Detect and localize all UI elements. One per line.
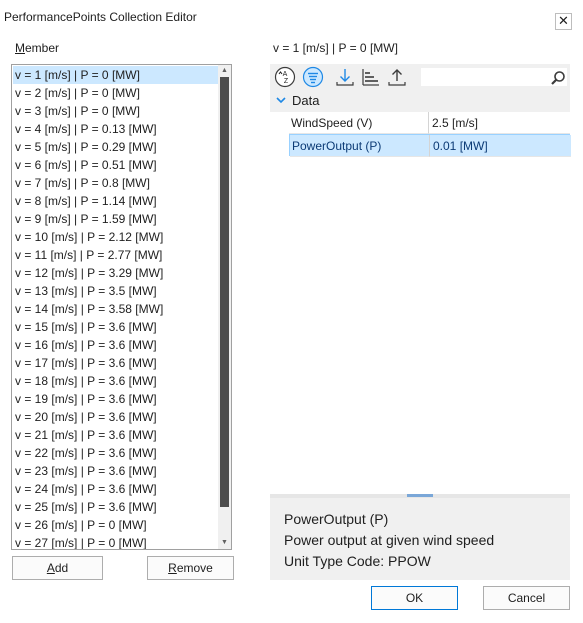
sort-alphabetical-icon[interactable]: A Z [274,66,296,88]
property-value[interactable]: 0.01 [MW] [430,135,571,157]
category-data[interactable]: Data [270,90,570,112]
property-name: PowerOutput (P) [290,135,430,157]
property-grid: Data WindSpeed (V) 2.5 [m/s] PowerOutput… [270,90,571,494]
splitter-grip[interactable] [407,494,433,497]
members-listbox[interactable]: v = 1 [m/s] | P = 0 [MW] v = 2 [m/s] | P … [11,64,232,550]
add-button[interactable]: Add [12,556,103,580]
list-item[interactable]: v = 12 [m/s] | P = 3.29 [MW] [13,264,218,282]
list-item[interactable]: v = 20 [m/s] | P = 3.6 [MW] [13,408,218,426]
list-item[interactable]: v = 7 [m/s] | P = 0.8 [MW] [13,174,218,192]
property-name: WindSpeed (V) [289,112,429,134]
list-item[interactable]: v = 18 [m/s] | P = 3.6 [MW] [13,372,218,390]
search-icon[interactable] [550,70,566,86]
categorized-icon[interactable] [302,66,324,88]
scroll-up-icon[interactable]: ▲ [218,65,231,77]
svg-text:A: A [283,71,288,78]
download-icon[interactable] [334,66,356,88]
list-item[interactable]: v = 3 [m/s] | P = 0 [MW] [13,102,218,120]
category-label: Data [292,93,320,108]
property-toolbar: A Z [270,64,570,90]
cancel-button[interactable]: Cancel [483,586,570,610]
list-item[interactable]: v = 24 [m/s] | P = 3.6 [MW] [13,480,218,498]
list-item[interactable]: v = 10 [m/s] | P = 2.12 [MW] [13,228,218,246]
list-item[interactable]: v = 2 [m/s] | P = 0 [MW] [13,84,218,102]
svg-text:Z: Z [284,78,289,85]
list-item[interactable]: v = 6 [m/s] | P = 0.51 [MW] [13,156,218,174]
list-item[interactable]: v = 23 [m/s] | P = 3.6 [MW] [13,462,218,480]
scroll-thumb[interactable] [220,77,229,507]
list-item[interactable]: v = 25 [m/s] | P = 3.6 [MW] [13,498,218,516]
member-label: Member [15,41,60,55]
list-item[interactable]: v = 19 [m/s] | P = 3.6 [MW] [13,390,218,408]
description-text: Power output at given wind speed [284,532,495,548]
list-item[interactable]: v = 9 [m/s] | P = 1.59 [MW] [13,210,218,228]
property-row-poweroutput[interactable]: PowerOutput (P) 0.01 [MW] [289,134,571,157]
list-item[interactable]: v = 15 [m/s] | P = 3.6 [MW] [13,318,218,336]
property-row-windspeed[interactable]: WindSpeed (V) 2.5 [m/s] [289,112,570,134]
list-item[interactable]: v = 13 [m/s] | P = 3.5 [MW] [13,282,218,300]
list-item[interactable]: v = 1 [m/s] | P = 0 [MW] [13,66,218,84]
members-list: v = 1 [m/s] | P = 0 [MW] v = 2 [m/s] | P … [13,66,218,549]
list-item[interactable]: v = 4 [m/s] | P = 0.13 [MW] [13,120,218,138]
description-title: PowerOutput (P) [284,511,389,527]
ok-button[interactable]: OK [371,586,458,610]
upload-icon[interactable] [386,66,408,88]
remove-button[interactable]: Remove [147,556,234,580]
window-title: PerformancePoints Collection Editor [4,10,197,24]
list-item[interactable]: v = 16 [m/s] | P = 3.6 [MW] [13,336,218,354]
bar-sort-icon[interactable] [360,66,382,88]
title-bar: PerformancePoints Collection Editor ✕ [0,0,583,36]
description-panel: PowerOutput (P) Power output at given wi… [270,498,570,580]
list-item[interactable]: v = 14 [m/s] | P = 3.58 [MW] [13,300,218,318]
members-scrollbar[interactable]: ▲ ▼ [218,65,231,549]
list-item[interactable]: v = 21 [m/s] | P = 3.6 [MW] [13,426,218,444]
description-unit: Unit Type Code: PPOW [284,553,431,569]
property-value[interactable]: 2.5 [m/s] [429,112,570,134]
chevron-down-icon[interactable] [276,96,286,104]
search-input[interactable] [423,69,547,87]
list-item[interactable]: v = 26 [m/s] | P = 0 [MW] [13,516,218,534]
list-item[interactable]: v = 17 [m/s] | P = 3.6 [MW] [13,354,218,372]
close-button[interactable]: ✕ [555,13,572,30]
selected-item-caption: v = 1 [m/s] | P = 0 [MW] [273,41,398,55]
scroll-down-icon[interactable]: ▼ [218,537,231,549]
list-item[interactable]: v = 11 [m/s] | P = 2.77 [MW] [13,246,218,264]
list-item[interactable]: v = 27 [m/s] | P = 0 [MW] [13,534,218,549]
list-item[interactable]: v = 5 [m/s] | P = 0.29 [MW] [13,138,218,156]
list-item[interactable]: v = 8 [m/s] | P = 1.14 [MW] [13,192,218,210]
list-item[interactable]: v = 22 [m/s] | P = 3.6 [MW] [13,444,218,462]
property-search[interactable] [420,67,568,87]
